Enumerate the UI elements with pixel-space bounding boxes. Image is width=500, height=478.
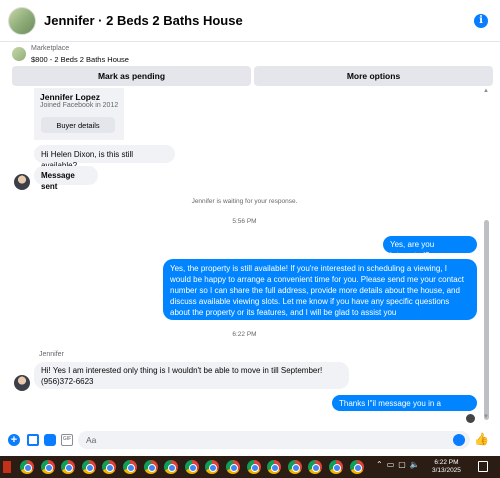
chrome-icon[interactable] — [102, 460, 117, 474]
buyer-profile-card: Jennifer Lopez Joined Facebook in 2012 B… — [34, 88, 124, 140]
message-bubble[interactable]: Thanks I"il message you in a moment — [332, 395, 477, 419]
chrome-icon[interactable] — [349, 460, 364, 474]
messages-scrollbar[interactable]: ▲ ▼ — [482, 88, 490, 423]
message-bubble[interactable]: Hi! Yes I am interested only thing is I … — [34, 362, 349, 389]
chrome-icon[interactable] — [226, 460, 240, 474]
chrome-icon[interactable] — [61, 460, 76, 474]
listing-title[interactable]: $800 - 2 Beds 2 Baths House — [31, 55, 129, 64]
more-options-button[interactable]: More options — [254, 66, 493, 86]
clock-date: 3/13/2025 — [432, 467, 461, 474]
chrome-icon[interactable] — [81, 460, 96, 474]
conversation-header: Jennifer · 2 Beds 2 Baths House i — [0, 0, 500, 42]
network-icon[interactable]: ▭ — [387, 460, 395, 469]
chrome-icon[interactable] — [20, 460, 34, 474]
message-bubble[interactable]: Yes, the property is still available! If… — [163, 259, 477, 320]
buyer-avatar[interactable] — [14, 174, 30, 190]
listing-thumbnail[interactable] — [12, 47, 26, 61]
listing-avatar[interactable] — [8, 6, 36, 35]
system-tray: ⌃ ▭ ▢ 🔈 — [376, 460, 424, 469]
gif-icon[interactable]: GIF — [61, 434, 73, 446]
volume-icon[interactable]: 🔈 — [410, 460, 420, 469]
clock-time: 6:22 PM — [434, 459, 459, 466]
message-input[interactable]: Aa — [78, 431, 470, 449]
scroll-down-icon[interactable]: ▼ — [483, 414, 489, 420]
listing-actions: Mark as pending More options — [12, 66, 493, 86]
waiting-notice: Jennifer is waiting for your response. — [191, 198, 298, 205]
notifications-icon[interactable] — [478, 461, 488, 472]
chrome-icon[interactable] — [287, 460, 302, 474]
plus-icon[interactable]: + — [8, 434, 20, 446]
windows-taskbar: ⌃ ▭ ▢ 🔈 6:22 PM 3/13/2025 — [0, 456, 500, 478]
chrome-icon[interactable] — [184, 460, 199, 474]
chrome-icon[interactable] — [40, 460, 55, 474]
chrome-icon[interactable] — [143, 460, 158, 474]
message-bubble[interactable]: Hi Helen Dixon, is this still available? — [34, 145, 175, 170]
messenger-window: Jennifer · 2 Beds 2 Baths House i Market… — [0, 0, 500, 478]
message-composer: + GIF Aa 👍 — [0, 428, 500, 452]
image-icon[interactable] — [27, 434, 39, 446]
chrome-icon[interactable] — [329, 460, 343, 474]
buyer-name: Jennifer Lopez — [40, 92, 100, 102]
scrollbar-thumb[interactable] — [484, 220, 489, 420]
buyer-details-button[interactable]: Buyer details — [41, 117, 115, 133]
message-bubble[interactable]: Yes, are you interested? — [383, 236, 477, 260]
chrome-icon[interactable] — [308, 460, 323, 474]
chrome-icon[interactable] — [267, 460, 282, 474]
timestamp: 5:56 PM — [232, 218, 257, 225]
mark-pending-button[interactable]: Mark as pending — [12, 66, 251, 86]
buyer-avatar[interactable] — [14, 375, 30, 391]
thumbs-up-icon[interactable]: 👍 — [474, 432, 489, 446]
chrome-icon[interactable] — [246, 460, 261, 474]
battery-icon[interactable]: ▢ — [398, 460, 406, 469]
buyer-joined: Joined Facebook in 2012 — [40, 102, 119, 109]
emoji-icon[interactable] — [453, 434, 465, 446]
taskbar-clock[interactable]: 6:22 PM 3/13/2025 — [432, 459, 461, 475]
scroll-up-icon[interactable]: ▲ — [483, 88, 489, 94]
seen-indicator-avatar — [466, 414, 475, 423]
conversation-title[interactable]: Jennifer · 2 Beds 2 Baths House — [44, 13, 243, 28]
info-icon[interactable]: i — [474, 14, 488, 28]
message-bubble[interactable]: Message sent — [34, 166, 98, 191]
sender-name: Jennifer — [39, 351, 64, 358]
timestamp: 6:22 PM — [232, 331, 257, 338]
chrome-icon[interactable] — [164, 460, 179, 474]
start-button-icon[interactable] — [3, 461, 11, 473]
sticker-icon[interactable] — [44, 434, 56, 446]
chrome-icon[interactable] — [123, 460, 137, 474]
chrome-icon[interactable] — [205, 460, 220, 474]
chevron-up-icon[interactable]: ⌃ — [376, 460, 383, 469]
marketplace-label: Marketplace — [31, 45, 70, 52]
